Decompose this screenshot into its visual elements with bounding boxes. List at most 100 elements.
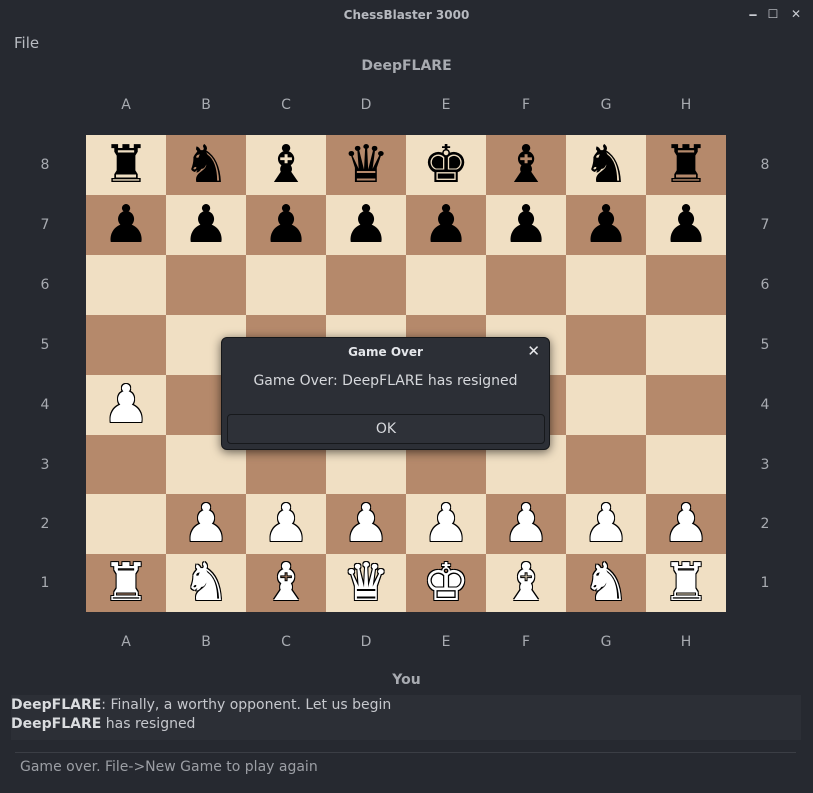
file-label: D — [360, 634, 372, 650]
white-bishop-icon[interactable]: ♝ — [263, 557, 310, 609]
ok-button[interactable]: OK — [227, 414, 545, 444]
square-g1[interactable]: ♞ — [566, 554, 646, 612]
black-king-icon[interactable]: ♚ — [423, 139, 470, 191]
square-a3[interactable] — [86, 435, 166, 494]
square-h1[interactable]: ♜ — [646, 554, 726, 612]
square-e1[interactable]: ♚ — [406, 554, 486, 612]
white-pawn-icon[interactable]: ♟ — [583, 498, 630, 550]
file-label: B — [201, 634, 211, 650]
square-g3[interactable] — [566, 435, 646, 494]
black-rook-icon[interactable]: ♜ — [663, 139, 710, 191]
square-f6[interactable] — [486, 255, 566, 315]
black-pawn-icon[interactable]: ♟ — [583, 199, 630, 251]
square-d2[interactable]: ♟ — [326, 494, 406, 554]
square-g6[interactable] — [566, 255, 646, 315]
file-label: F — [521, 634, 531, 650]
square-d7[interactable]: ♟ — [326, 195, 406, 255]
square-a2[interactable] — [86, 494, 166, 554]
white-king-icon[interactable]: ♚ — [423, 557, 470, 609]
square-g7[interactable]: ♟ — [566, 195, 646, 255]
white-pawn-icon[interactable]: ♟ — [663, 498, 710, 550]
white-queen-icon[interactable]: ♛ — [343, 557, 390, 609]
square-e7[interactable]: ♟ — [406, 195, 486, 255]
status-bar: Game over. File->New Game to play again — [20, 759, 318, 775]
maximize-button[interactable]: ☐ — [766, 7, 780, 21]
black-pawn-icon[interactable]: ♟ — [183, 199, 230, 251]
white-bishop-icon[interactable]: ♝ — [503, 557, 550, 609]
black-pawn-icon[interactable]: ♟ — [663, 199, 710, 251]
white-pawn-icon[interactable]: ♟ — [423, 498, 470, 550]
square-a1[interactable]: ♜ — [86, 554, 166, 612]
square-h2[interactable]: ♟ — [646, 494, 726, 554]
square-h4[interactable] — [646, 375, 726, 435]
square-g4[interactable] — [566, 375, 646, 435]
white-pawn-icon[interactable]: ♟ — [263, 498, 310, 550]
chat-text: : Finally, a worthy opponent. Let us beg… — [101, 697, 392, 713]
rank-label: 4 — [40, 397, 50, 413]
square-c6[interactable] — [246, 255, 326, 315]
white-pawn-icon[interactable]: ♟ — [503, 498, 550, 550]
rank-label: 8 — [40, 157, 50, 173]
rank-label: 7 — [40, 217, 50, 233]
rank-label: 6 — [760, 277, 770, 293]
chat-speaker: DeepFLARE — [11, 697, 102, 713]
square-g2[interactable]: ♟ — [566, 494, 646, 554]
window-title: ChessBlaster 3000 — [343, 8, 470, 22]
white-pawn-icon[interactable]: ♟ — [103, 379, 150, 431]
black-pawn-icon[interactable]: ♟ — [103, 199, 150, 251]
close-button[interactable]: ✕ — [789, 7, 803, 21]
white-pawn-icon[interactable]: ♟ — [343, 498, 390, 550]
square-c2[interactable]: ♟ — [246, 494, 326, 554]
square-h7[interactable]: ♟ — [646, 195, 726, 255]
black-bishop-icon[interactable]: ♝ — [503, 139, 550, 191]
square-d6[interactable] — [326, 255, 406, 315]
square-b1[interactable]: ♞ — [166, 554, 246, 612]
square-a8[interactable]: ♜ — [86, 135, 166, 195]
menu-file[interactable]: File — [14, 34, 39, 52]
square-f2[interactable]: ♟ — [486, 494, 566, 554]
rank-label: 4 — [760, 397, 770, 413]
square-b8[interactable]: ♞ — [166, 135, 246, 195]
black-knight-icon[interactable]: ♞ — [183, 139, 230, 191]
square-h5[interactable] — [646, 315, 726, 375]
square-f8[interactable]: ♝ — [486, 135, 566, 195]
minimize-button[interactable]: 🗕 — [746, 7, 760, 21]
square-c8[interactable]: ♝ — [246, 135, 326, 195]
square-b7[interactable]: ♟ — [166, 195, 246, 255]
square-f7[interactable]: ♟ — [486, 195, 566, 255]
black-pawn-icon[interactable]: ♟ — [503, 199, 550, 251]
white-knight-icon[interactable]: ♞ — [583, 557, 630, 609]
black-bishop-icon[interactable]: ♝ — [263, 139, 310, 191]
square-b6[interactable] — [166, 255, 246, 315]
white-knight-icon[interactable]: ♞ — [183, 557, 230, 609]
square-g8[interactable]: ♞ — [566, 135, 646, 195]
square-c7[interactable]: ♟ — [246, 195, 326, 255]
square-e6[interactable] — [406, 255, 486, 315]
square-h3[interactable] — [646, 435, 726, 494]
square-h6[interactable] — [646, 255, 726, 315]
square-g5[interactable] — [566, 315, 646, 375]
black-queen-icon[interactable]: ♛ — [343, 139, 390, 191]
dialog-close-icon[interactable]: ✕ — [527, 342, 540, 360]
square-f1[interactable]: ♝ — [486, 554, 566, 612]
square-a7[interactable]: ♟ — [86, 195, 166, 255]
square-h8[interactable]: ♜ — [646, 135, 726, 195]
black-pawn-icon[interactable]: ♟ — [343, 199, 390, 251]
square-d1[interactable]: ♛ — [326, 554, 406, 612]
square-e2[interactable]: ♟ — [406, 494, 486, 554]
square-a5[interactable] — [86, 315, 166, 375]
white-pawn-icon[interactable]: ♟ — [183, 498, 230, 550]
square-c1[interactable]: ♝ — [246, 554, 326, 612]
white-rook-icon[interactable]: ♜ — [663, 557, 710, 609]
chat-speaker: DeepFLARE — [11, 716, 102, 732]
square-a6[interactable] — [86, 255, 166, 315]
black-pawn-icon[interactable]: ♟ — [423, 199, 470, 251]
black-rook-icon[interactable]: ♜ — [103, 139, 150, 191]
square-d8[interactable]: ♛ — [326, 135, 406, 195]
black-knight-icon[interactable]: ♞ — [583, 139, 630, 191]
square-e8[interactable]: ♚ — [406, 135, 486, 195]
white-rook-icon[interactable]: ♜ — [103, 557, 150, 609]
square-a4[interactable]: ♟ — [86, 375, 166, 435]
square-b2[interactable]: ♟ — [166, 494, 246, 554]
black-pawn-icon[interactable]: ♟ — [263, 199, 310, 251]
